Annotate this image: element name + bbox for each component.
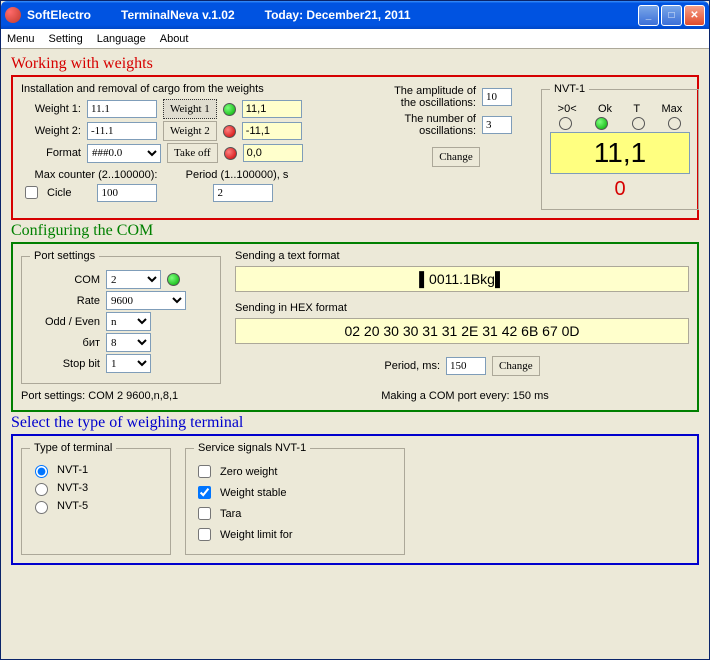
svc-tara-label: Tara xyxy=(220,508,241,520)
section-term-title: Select the type of weighing terminal xyxy=(11,414,699,432)
period-ms-input[interactable] xyxy=(446,357,486,375)
menu-menu[interactable]: Menu xyxy=(7,33,35,45)
takeoff-button[interactable]: Take off xyxy=(167,143,218,163)
weight1-output: 11,1 xyxy=(242,100,302,118)
weight2-button[interactable]: Weight 2 xyxy=(163,121,217,141)
numosc-input[interactable] xyxy=(482,116,512,134)
format-select[interactable]: ###0.0 xyxy=(87,144,161,163)
hex-format-label: Sending in HEX format xyxy=(235,302,689,314)
com-dot-icon xyxy=(167,273,180,286)
weight1-label: Weight 1: xyxy=(21,103,81,115)
type-nvt5-label: NVT-5 xyxy=(57,500,88,512)
change-com-button[interactable]: Change xyxy=(492,356,540,376)
titlebar: SoftElectro TerminalNeva v.1.02 Today: D… xyxy=(1,1,709,29)
app-window: SoftElectro TerminalNeva v.1.02 Today: D… xyxy=(0,0,710,660)
minimize-button[interactable]: _ xyxy=(638,5,659,26)
weight2-dot-icon xyxy=(223,125,236,138)
txt-format-label: Sending a text format xyxy=(235,250,689,262)
weight-display: 11,1 xyxy=(550,132,690,174)
change-osc-button[interactable]: Change xyxy=(432,147,480,167)
nvt-col-3: Max xyxy=(662,103,683,115)
svc-stable-label: Weight stable xyxy=(220,487,286,499)
close-button[interactable]: ✕ xyxy=(684,5,705,26)
nvt-col-2: T xyxy=(633,103,640,115)
svc-limit-label: Weight limit for xyxy=(220,529,293,541)
maxcounter-input[interactable] xyxy=(97,184,157,202)
app-icon xyxy=(5,7,21,23)
format-label: Format xyxy=(21,147,81,159)
stop-label: Stop bit xyxy=(30,358,100,370)
weights-box: Installation and removal of cargo from t… xyxy=(11,75,699,220)
amplitude-label: The amplitude of the oscillations: xyxy=(381,85,476,109)
weight2-input[interactable] xyxy=(87,122,157,140)
stop-select[interactable]: 1 xyxy=(106,354,151,373)
type-nvt3-label: NVT-3 xyxy=(57,482,88,494)
cicle-label: Cicle xyxy=(47,187,71,199)
type-nvt1-radio[interactable] xyxy=(35,465,48,478)
cicle-checkbox[interactable] xyxy=(25,186,38,199)
format-output: 0,0 xyxy=(243,144,303,162)
app-title: TerminalNeva v.1.02 xyxy=(121,8,235,22)
section-weights-title: Working with weights xyxy=(11,55,699,73)
bit-label: бит xyxy=(30,337,100,349)
weight1-button[interactable]: Weight 1 xyxy=(163,99,217,119)
type-nvt1-label: NVT-1 xyxy=(57,464,88,476)
term-box: Type of terminal NVT-1 NVT-3 NVT-5 Servi… xyxy=(11,434,699,565)
svc-zero-label: Zero weight xyxy=(220,466,277,478)
maximize-button[interactable]: □ xyxy=(661,5,682,26)
com-select[interactable]: 2 xyxy=(106,270,161,289)
period-ms-label: Period, ms: xyxy=(384,360,440,372)
type-nvt5-radio[interactable] xyxy=(35,501,48,514)
today-label: Today: December21, 2011 xyxy=(265,8,411,22)
svc-limit-checkbox[interactable] xyxy=(198,528,211,541)
zero-display: 0 xyxy=(550,178,690,201)
install-legend: Installation and removal of cargo from t… xyxy=(21,83,371,95)
type-nvt3-radio[interactable] xyxy=(35,483,48,496)
svc-tara-checkbox[interactable] xyxy=(198,507,211,520)
make-port-label: Making a COM port every: 150 ms xyxy=(241,390,689,402)
weight2-output: -11,1 xyxy=(242,122,302,140)
com-box: Port settings COM2 Rate9600 Odd / Evenn … xyxy=(11,242,699,412)
com-label: COM xyxy=(30,274,100,286)
weight1-input[interactable] xyxy=(87,100,157,118)
app-name: SoftElectro xyxy=(27,8,91,22)
takeoff-dot-icon xyxy=(224,147,237,160)
txt-format-box: ▌0011.1Bkg▌ xyxy=(235,266,689,292)
type-legend: Type of terminal xyxy=(30,442,116,454)
period-input[interactable] xyxy=(213,184,273,202)
nvt-dot-t-icon xyxy=(632,117,645,130)
odd-select[interactable]: n xyxy=(106,312,151,331)
weight1-dot-icon xyxy=(223,103,236,116)
bit-select[interactable]: 8 xyxy=(106,333,151,352)
menu-setting[interactable]: Setting xyxy=(49,33,83,45)
nvt-dot-ok-icon xyxy=(595,117,608,130)
port-summary: Port settings: COM 2 9600,n,8,1 xyxy=(21,390,241,402)
menu-about[interactable]: About xyxy=(160,33,189,45)
nvt-dot-0-icon xyxy=(559,117,572,130)
weight2-label: Weight 2: xyxy=(21,125,81,137)
nvt-legend: NVT-1 xyxy=(550,83,589,95)
odd-label: Odd / Even xyxy=(30,316,100,328)
nvt-dot-max-icon xyxy=(668,117,681,130)
amplitude-input[interactable] xyxy=(482,88,512,106)
maxcounter-label: Max counter (2..100000): xyxy=(21,169,171,181)
menubar: Menu Setting Language About xyxy=(1,29,709,49)
menu-language[interactable]: Language xyxy=(97,33,146,45)
nvt-col-0: >0< xyxy=(558,103,577,115)
svc-stable-checkbox[interactable] xyxy=(198,486,211,499)
portsettings-legend: Port settings xyxy=(30,250,99,262)
hex-format-box: 02 20 30 30 31 31 2E 31 42 6B 67 0D xyxy=(235,318,689,344)
svc-zero-checkbox[interactable] xyxy=(198,465,211,478)
section-com-title: Configuring the COM xyxy=(11,222,699,240)
rate-select[interactable]: 9600 xyxy=(106,291,186,310)
rate-label: Rate xyxy=(30,295,100,307)
nvt-col-1: Ok xyxy=(598,103,612,115)
period-label: Period (1..100000), s xyxy=(177,169,297,181)
numosc-label: The number of oscillations: xyxy=(381,113,476,137)
svc-legend: Service signals NVT-1 xyxy=(194,442,310,454)
